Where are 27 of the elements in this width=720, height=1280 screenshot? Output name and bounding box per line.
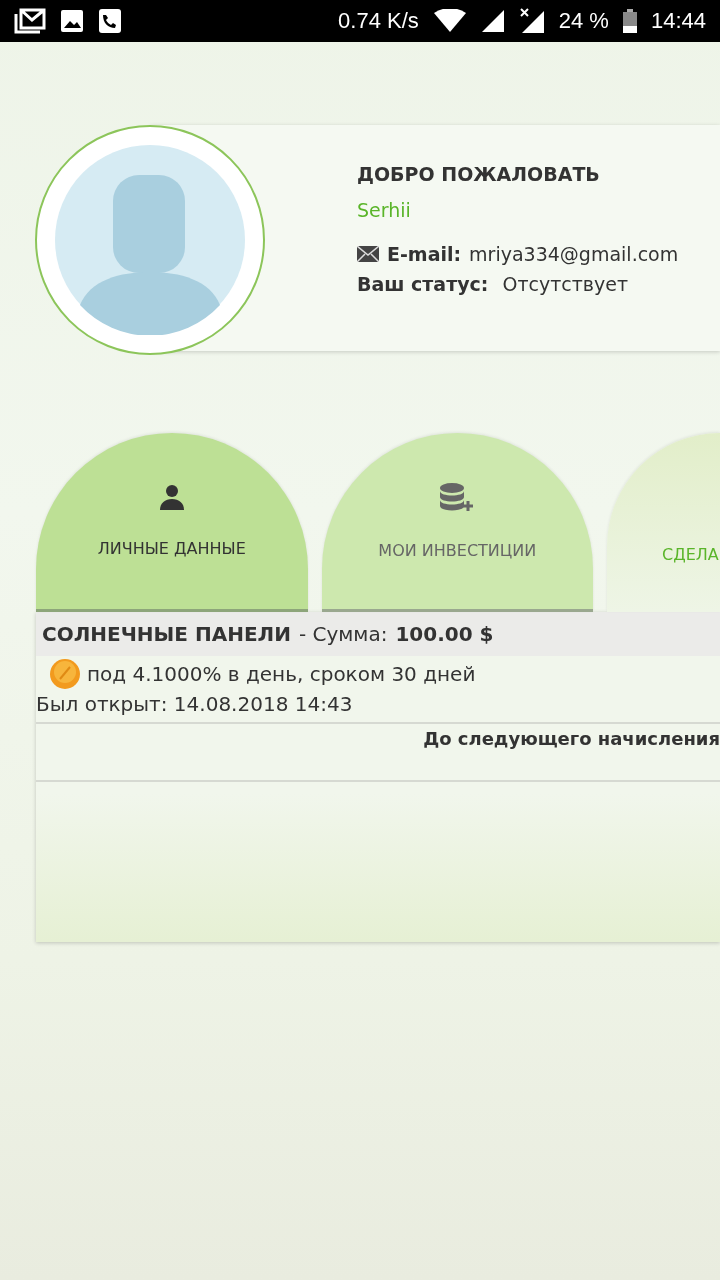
investment-title: СОЛНЕЧНЫЕ ПАНЕЛИ — [42, 622, 291, 646]
tab[interactable]: МОИ ИНВЕСТИЦИИ — [321, 433, 593, 612]
email-label: E-mail: — [387, 243, 462, 265]
person-icon — [157, 483, 186, 511]
envelope-icon — [357, 246, 379, 262]
status-value: Отсутствует — [501, 273, 628, 295]
welcome-heading: ДОБРО ПОЖАЛОВАТЬ — [357, 163, 601, 185]
clock: 14:44 — [650, 8, 706, 34]
sum-value: 100.00 $ — [395, 622, 494, 646]
image-icon — [60, 9, 84, 33]
sum-label: - Сумма: — [298, 622, 388, 646]
investment-terms: под 4.1000% в день, сроком 30 дней — [87, 662, 476, 686]
network-speed: 0.74 K/s — [338, 8, 419, 34]
next-accrual-label: До следующего начисления — [423, 728, 720, 751]
status-label: Ваш статус: — [357, 273, 489, 295]
tab[interactable]: ЛИЧНЫЕ ДАННЫЕ — [36, 433, 308, 612]
signal-icon — [480, 9, 505, 33]
opened-date: Был открыт: 14.08.2018 14:43 — [36, 691, 354, 716]
wifi-icon — [432, 9, 467, 33]
no-signal-icon — [518, 8, 545, 34]
tab[interactable]: СДЕЛА — [607, 433, 720, 612]
email-value: mriya334@gmail.com — [469, 243, 679, 265]
avatar-silhouette-icon — [55, 145, 245, 335]
user-name: Serhii — [357, 199, 412, 221]
battery-icon — [622, 9, 637, 33]
battery-percent: 24 % — [558, 8, 609, 34]
mail-icon — [14, 8, 46, 34]
